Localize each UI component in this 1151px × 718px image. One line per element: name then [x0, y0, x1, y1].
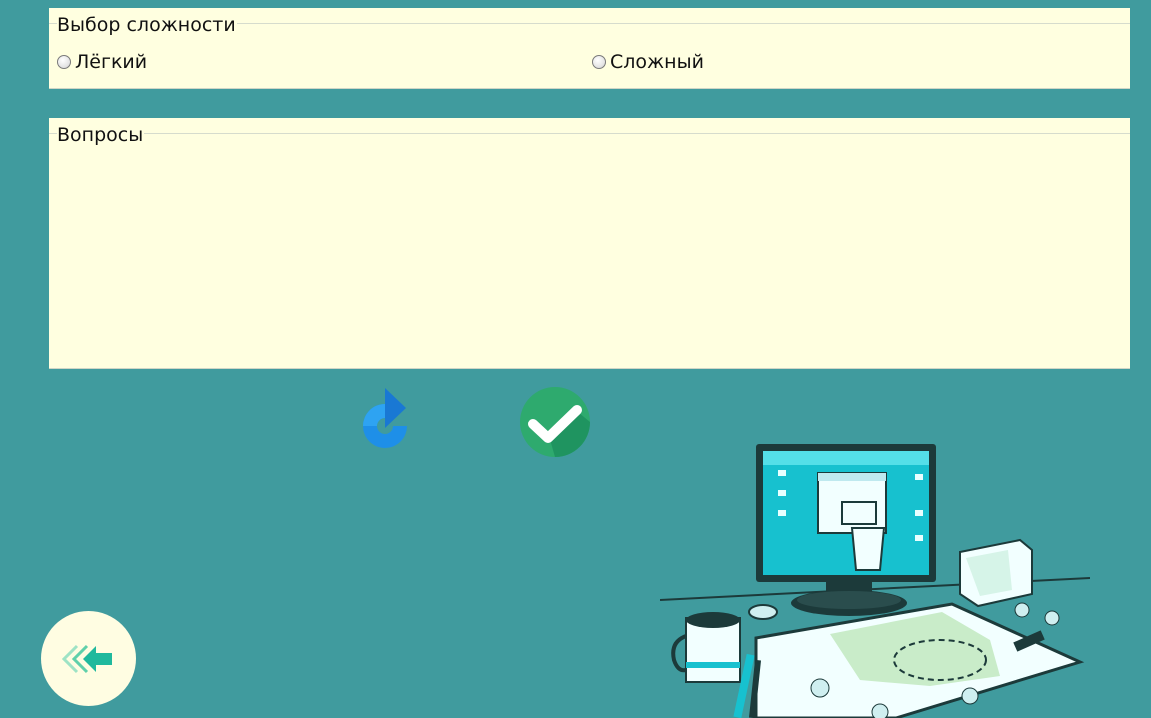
checkmark-icon: [520, 387, 590, 457]
computer-desk-illustration: [660, 444, 1090, 718]
difficulty-easy-option[interactable]: Лёгкий: [57, 51, 147, 73]
reset-button[interactable]: [352, 387, 418, 459]
hard-radio-label: Сложный: [610, 51, 704, 73]
difficulty-fieldset: Выбор сложности Лёгкий Сложный: [49, 8, 1130, 89]
easy-radio-button[interactable]: [57, 55, 71, 69]
check-button[interactable]: [519, 386, 591, 458]
questions-legend: Вопросы: [57, 123, 145, 147]
difficulty-legend: Выбор сложности: [57, 13, 237, 37]
back-button[interactable]: [41, 611, 136, 706]
fieldset-border: [49, 133, 1130, 134]
questions-fieldset: Вопросы: [49, 118, 1130, 369]
easy-radio-label: Лёгкий: [75, 51, 148, 73]
double-arrow-left-icon: [61, 644, 112, 673]
difficulty-hard-option[interactable]: Сложный: [592, 51, 704, 73]
refresh-icon: [363, 388, 407, 448]
quiz-page: Выбор сложности Лёгкий Сложный Вопросы: [0, 0, 1151, 718]
hard-radio-button[interactable]: [592, 55, 606, 69]
